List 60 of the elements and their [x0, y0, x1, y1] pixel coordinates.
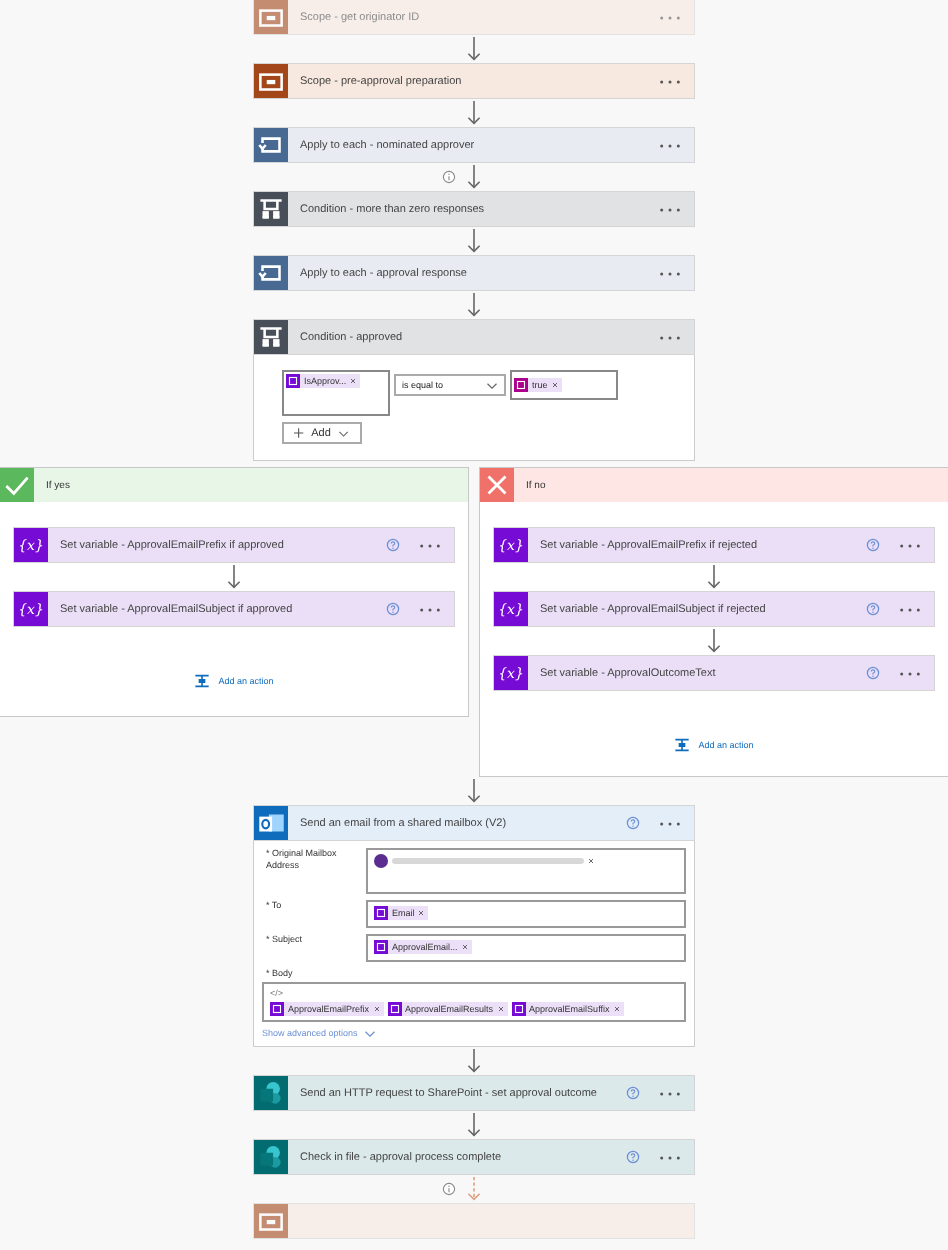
loop-icon: [254, 128, 288, 162]
remove-icon[interactable]: [418, 910, 425, 916]
variable-icon: [286, 374, 300, 388]
more-icon[interactable]: [660, 13, 680, 21]
remove-icon[interactable]: [461, 944, 468, 950]
frame-icon: [254, 0, 288, 34]
chevron-icon: [486, 381, 498, 389]
help-icon[interactable]: [866, 602, 880, 616]
remove-icon[interactable]: [551, 382, 558, 388]
flow-arrow: [466, 776, 482, 806]
remove-icon[interactable]: [350, 378, 357, 384]
info-icon[interactable]: [442, 170, 456, 184]
more-icon[interactable]: [660, 1089, 680, 1097]
more-icon[interactable]: [420, 605, 440, 613]
add-action-icon: [194, 674, 211, 688]
avatar-icon: [374, 854, 388, 868]
help-icon[interactable]: [626, 1086, 640, 1100]
remove-icon[interactable]: [588, 858, 594, 864]
branch-icon: [254, 192, 288, 226]
help-icon[interactable]: [386, 538, 400, 552]
more-icon[interactable]: [900, 669, 920, 677]
help-icon[interactable]: [386, 602, 400, 616]
action-card[interactable]: [254, 1204, 694, 1238]
more-icon[interactable]: [900, 541, 920, 549]
flow-arrow: [466, 1046, 482, 1076]
mail-icon: [254, 806, 288, 840]
more-icon[interactable]: [420, 541, 440, 549]
chevron-icon: [363, 1029, 376, 1037]
frame-icon: [254, 64, 288, 98]
remove-icon[interactable]: [613, 1006, 620, 1012]
more-icon[interactable]: [660, 77, 680, 85]
help-icon[interactable]: [866, 666, 880, 680]
document-icon: [254, 1076, 288, 1110]
more-icon[interactable]: [660, 205, 680, 213]
more-icon[interactable]: [660, 819, 680, 827]
help-icon[interactable]: [866, 538, 880, 552]
variable-icon: [270, 1002, 284, 1016]
remove-icon[interactable]: [497, 1006, 504, 1012]
variable-icon: [374, 940, 388, 954]
more-icon[interactable]: [660, 141, 680, 149]
loop-icon: [254, 256, 288, 290]
plus-icon: [294, 428, 304, 438]
info-icon[interactable]: [442, 1182, 456, 1196]
input-field[interactable]: [366, 848, 686, 894]
variable-icon: [511, 1002, 526, 1016]
function-icon: [514, 378, 528, 392]
remove-icon[interactable]: [373, 1006, 380, 1012]
more-icon[interactable]: [660, 333, 680, 341]
chevron-icon: [338, 429, 350, 437]
variable-icon: [387, 1002, 402, 1016]
add-action-icon: [674, 738, 691, 752]
frame-icon: [254, 1204, 288, 1238]
help-icon[interactable]: [626, 1150, 640, 1164]
document-icon: [254, 1140, 288, 1174]
variable-icon: [374, 906, 388, 920]
more-icon[interactable]: [900, 605, 920, 613]
more-icon[interactable]: [660, 269, 680, 277]
more-icon[interactable]: [660, 1153, 680, 1161]
dynamic-token[interactable]: [374, 854, 598, 868]
help-icon[interactable]: [626, 816, 640, 830]
